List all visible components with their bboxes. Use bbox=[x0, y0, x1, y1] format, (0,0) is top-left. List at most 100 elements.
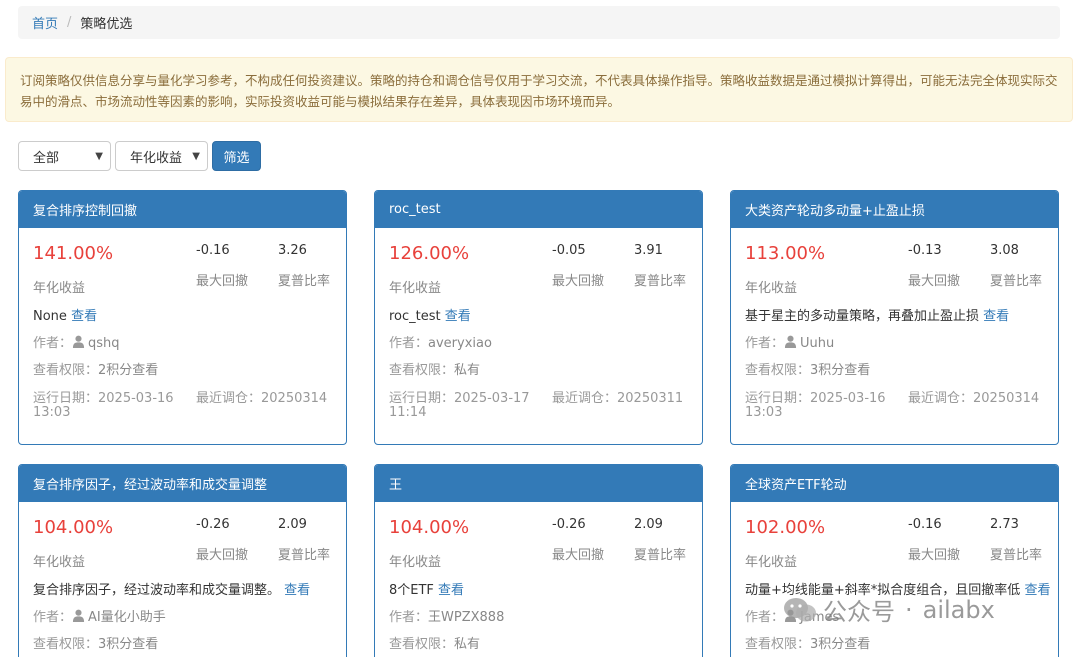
sharpe-value: 2.09 bbox=[278, 517, 307, 532]
user-icon bbox=[72, 609, 85, 622]
author-name: 王WPZX888 bbox=[428, 610, 505, 625]
run-date-row: 运行日期：2025-03-17 bbox=[389, 387, 530, 406]
strategy-description: 8个ETF 查看 bbox=[389, 579, 464, 598]
sharpe-label: 夏普比率 bbox=[634, 548, 687, 563]
strategy-card: 王 104.00% 年化收益 -0.26 2.09 最大回撤 夏普比率 8个ETF 查看 作者：… bbox=[374, 464, 703, 657]
sharpe-label: 夏普比率 bbox=[278, 274, 331, 289]
annual-return-value: 104.00% bbox=[389, 517, 470, 538]
annual-return-label: 年化收益 bbox=[33, 555, 86, 570]
sharpe-value: 2.09 bbox=[634, 517, 663, 532]
author-name: Uuhu bbox=[800, 336, 835, 351]
permission-label: 查看权限： bbox=[745, 363, 811, 378]
max-drawdown-label: 最大回撤 bbox=[908, 548, 961, 563]
wechat-icon bbox=[784, 597, 816, 621]
annual-return-label: 年化收益 bbox=[33, 281, 86, 296]
description-text: 基于星主的多动量策略，再叠加止盈止损 bbox=[745, 309, 980, 324]
card-title: roc_test bbox=[375, 191, 702, 228]
run-date-value: 2025-03-17 bbox=[454, 391, 530, 406]
run-date-value: 2025-03-16 bbox=[810, 391, 886, 406]
author-row: 作者：averyxiao bbox=[389, 332, 492, 351]
sharpe-value: 3.08 bbox=[990, 243, 1019, 258]
permission-label: 查看权限： bbox=[33, 363, 99, 378]
view-link[interactable]: 查看 bbox=[71, 309, 97, 324]
permission-value: 私有 bbox=[454, 363, 481, 378]
disclaimer-notice: 订阅策略仅供信息分享与量化学习参考，不构成任何投资建议。策略的持仓和调仓信号仅用… bbox=[5, 57, 1073, 122]
permission-label: 查看权限： bbox=[389, 363, 455, 378]
category-select[interactable]: 全部 ▼ bbox=[18, 141, 111, 171]
watermark: 公众号 · ailabx bbox=[783, 592, 995, 627]
breadcrumb-current: 策略优选 bbox=[80, 17, 133, 32]
author-label: 作者： bbox=[33, 610, 73, 625]
strategy-card: 大类资产轮动多动量+止盈止损 113.00% 年化收益 -0.13 3.08 最大回撤 夏普… bbox=[730, 190, 1059, 445]
annual-return-value: 113.00% bbox=[745, 243, 826, 264]
view-link[interactable]: 查看 bbox=[1024, 583, 1050, 598]
view-link[interactable]: 查看 bbox=[284, 583, 310, 598]
max-drawdown-label: 最大回撤 bbox=[552, 274, 605, 289]
max-drawdown-value: -0.26 bbox=[552, 517, 586, 532]
category-select-value: 全部 bbox=[33, 150, 60, 166]
card-title: 复合排序控制回撤 bbox=[19, 191, 346, 228]
strategy-description: 基于星主的多动量策略，再叠加止盈止损 查看 bbox=[745, 305, 1009, 324]
max-drawdown-label: 最大回撤 bbox=[552, 548, 605, 563]
max-drawdown-value: -0.16 bbox=[196, 243, 230, 258]
user-icon bbox=[784, 335, 797, 348]
card-title: 复合排序因子，经过波动率和成交量调整 bbox=[19, 465, 346, 502]
max-drawdown-label: 最大回撤 bbox=[908, 274, 961, 289]
view-link[interactable]: 查看 bbox=[445, 309, 471, 324]
max-drawdown-value: -0.26 bbox=[196, 517, 230, 532]
card-title: 大类资产轮动多动量+止盈止损 bbox=[731, 191, 1058, 228]
permission-row: 查看权限：3积分查看 bbox=[745, 359, 870, 378]
max-drawdown-value: -0.05 bbox=[552, 243, 586, 258]
sharpe-label: 夏普比率 bbox=[278, 548, 331, 563]
sort-select-value: 年化收益 bbox=[130, 150, 183, 166]
view-link[interactable]: 查看 bbox=[983, 309, 1009, 324]
run-date-row: 运行日期：2025-03-16 bbox=[33, 387, 174, 406]
card-title: 王 bbox=[375, 465, 702, 502]
run-date-row: 运行日期：2025-03-16 bbox=[745, 387, 886, 406]
annual-return-label: 年化收益 bbox=[389, 555, 442, 570]
annual-return-value: 126.00% bbox=[389, 243, 470, 264]
sharpe-value: 3.26 bbox=[278, 243, 307, 258]
watermark-account: ailabx bbox=[922, 595, 995, 624]
author-name: qshq bbox=[88, 336, 120, 351]
author-label: 作者： bbox=[389, 336, 429, 351]
author-row: 作者： qshq bbox=[33, 332, 120, 351]
author-row: 作者： AI量化小助手 bbox=[33, 606, 166, 625]
permission-row: 查看权限：私有 bbox=[389, 359, 480, 378]
strategy-description: roc_test 查看 bbox=[389, 305, 471, 324]
breadcrumb-home-link[interactable]: 首页 bbox=[32, 13, 58, 32]
max-drawdown-value: -0.16 bbox=[908, 517, 942, 532]
sharpe-label: 夏普比率 bbox=[990, 548, 1043, 563]
author-label: 作者： bbox=[745, 336, 785, 351]
run-date-label: 运行日期： bbox=[745, 391, 811, 406]
annual-return-value: 102.00% bbox=[745, 517, 826, 538]
chevron-down-icon: ▼ bbox=[192, 150, 200, 162]
run-time-value: 13:03 bbox=[745, 405, 783, 420]
sort-select[interactable]: 年化收益 ▼ bbox=[115, 141, 208, 171]
strategy-card: 复合排序控制回撤 141.00% 年化收益 -0.16 3.26 最大回撤 夏普比率 None… bbox=[18, 190, 347, 445]
run-date-label: 运行日期： bbox=[389, 391, 455, 406]
sharpe-label: 夏普比率 bbox=[634, 274, 687, 289]
filter-bar: 全部 ▼ 年化收益 ▼ 筛选 bbox=[18, 141, 261, 171]
run-time-value: 11:14 bbox=[389, 405, 427, 420]
run-time-value: 13:03 bbox=[33, 405, 71, 420]
user-icon bbox=[72, 335, 85, 348]
max-drawdown-label: 最大回撤 bbox=[196, 548, 249, 563]
sharpe-label: 夏普比率 bbox=[990, 274, 1043, 289]
description-text: 8个ETF bbox=[389, 583, 434, 598]
filter-button[interactable]: 筛选 bbox=[212, 141, 261, 171]
permission-value: 私有 bbox=[454, 637, 481, 652]
description-text: roc_test bbox=[389, 309, 441, 324]
sharpe-value: 3.91 bbox=[634, 243, 663, 258]
strategy-card: roc_test 126.00% 年化收益 -0.05 3.91 最大回撤 夏普比率 roc_… bbox=[374, 190, 703, 445]
rebalance-label: 最近调仓： bbox=[552, 391, 618, 406]
view-link[interactable]: 查看 bbox=[438, 583, 464, 598]
watermark-separator: · bbox=[905, 595, 913, 624]
strategy-card: 全球资产ETF轮动 102.00% 年化收益 -0.16 2.73 最大回撤 夏普比率 动量+… bbox=[730, 464, 1059, 657]
annual-return-value: 141.00% bbox=[33, 243, 114, 264]
rebalance-value: 20250314 bbox=[261, 391, 328, 406]
description-text: 复合排序因子，经过波动率和成交量调整。 bbox=[33, 583, 281, 598]
card-title: 全球资产ETF轮动 bbox=[731, 465, 1058, 502]
author-row: 作者： Uuhu bbox=[745, 332, 834, 351]
annual-return-label: 年化收益 bbox=[389, 281, 442, 296]
